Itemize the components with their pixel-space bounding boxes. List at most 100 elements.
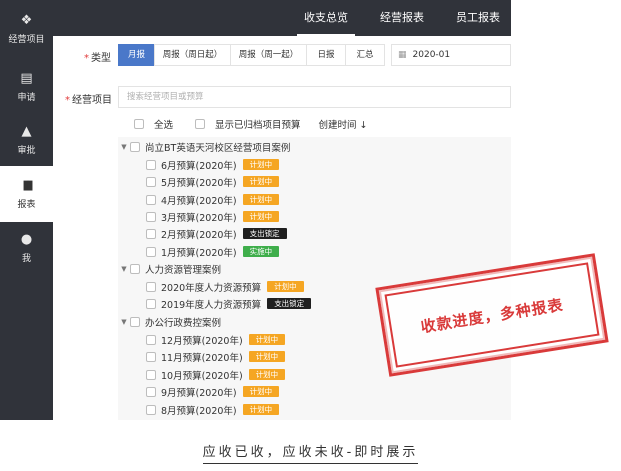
tree-item[interactable]: 5月预算(2020年) 计划中 <box>146 173 280 190</box>
status-badge: 支出锁定 <box>267 298 312 309</box>
date-value: 2020-01 <box>412 50 451 60</box>
status-badge: 计划中 <box>242 176 280 187</box>
checkbox-box[interactable] <box>195 119 206 129</box>
status-badge: 计划中 <box>267 281 304 292</box>
type-weekly-sunday-button[interactable]: 周报（周日起） <box>154 44 231 66</box>
tree-item[interactable]: 3月预算(2020年) 计划中 <box>146 208 280 225</box>
item-label: 11月预算(2020年) <box>161 352 243 364</box>
bar-chart-icon: ▮▮ <box>22 177 33 193</box>
tree-item[interactable]: 9月预算(2020年) 计划中 <box>146 383 280 400</box>
checkbox-box[interactable] <box>146 334 156 345</box>
checkbox-box[interactable] <box>146 159 156 170</box>
date-picker[interactable]: ▦ 2020-01 <box>391 44 511 66</box>
type-label: * 类型 <box>84 53 111 64</box>
item-label: 2019年度人力资源预算 <box>161 299 262 311</box>
sort-by-created[interactable]: 创建时间 ↓ <box>319 117 368 131</box>
type-monthly-button[interactable]: 月报 <box>118 44 155 66</box>
caret-down-icon[interactable]: ▼ <box>118 143 130 151</box>
tab-business-report[interactable]: 经营报表 <box>369 0 435 36</box>
item-label: 8月预算(2020年) <box>161 405 237 417</box>
project-label: * 经营项目 <box>65 95 112 106</box>
checkbox-box[interactable] <box>146 211 156 222</box>
tree-item[interactable]: 8月预算(2020年) 计划中 <box>146 401 280 418</box>
sidebar-item-label: 申请 <box>17 92 36 103</box>
caption: 应收已收，应收未收-即时展示 <box>0 441 621 464</box>
user-icon: ● <box>20 231 33 247</box>
checkbox-box[interactable] <box>146 386 156 397</box>
sidebar-item-projects[interactable]: ❖ 经营项目 <box>0 0 53 58</box>
top-nav: 收支总览 经营报表 员工报表 <box>53 0 511 36</box>
layers-icon: ❖ <box>20 12 33 28</box>
checkbox-box[interactable] <box>146 194 156 205</box>
tree-group[interactable]: ▼ 尚立BT英语天河校区经营项目案例 <box>118 138 290 155</box>
caption-text: 应收已收，应收未收-即时展示 <box>202 445 419 464</box>
tree-item[interactable]: 6月预算(2020年) 计划中 <box>146 156 280 173</box>
type-weekly-monday-button[interactable]: 周报（周一起） <box>230 44 307 66</box>
item-label: 6月预算(2020年) <box>161 160 237 172</box>
item-label: 3月预算(2020年) <box>161 212 237 224</box>
checkbox-box[interactable] <box>146 351 156 362</box>
tree-item[interactable]: 4月预算(2020年) 计划中 <box>146 191 280 208</box>
options-row: 全选 显示已归档项目预算 创建时间 ↓ <box>118 113 511 135</box>
item-label: 9月预算(2020年) <box>161 387 237 399</box>
tree-item[interactable]: 2月预算(2020年) 支出锁定 <box>146 225 287 242</box>
sidebar-item-reports[interactable]: ▮▮ 报表 <box>0 166 53 222</box>
sidebar-item-label: 审批 <box>17 145 36 156</box>
type-daily-button[interactable]: 日报 <box>306 44 346 66</box>
select-all-label: 全选 <box>154 120 174 131</box>
checkbox-box[interactable] <box>146 228 156 239</box>
status-badge: 计划中 <box>248 351 286 362</box>
checkbox-box[interactable] <box>130 316 140 327</box>
status-badge: 计划中 <box>242 211 280 222</box>
calendar-icon: ▦ <box>398 50 407 60</box>
project-search-input[interactable]: 搜索经营项目或预算 <box>118 86 511 108</box>
sidebar-item-apply[interactable]: ▤ 申请 <box>0 62 53 112</box>
checkbox-box[interactable] <box>134 119 144 129</box>
status-badge: 计划中 <box>242 404 280 415</box>
tree-item[interactable]: 12月预算(2020年) 计划中 <box>146 331 286 348</box>
show-archived-checkbox[interactable]: 显示已归档项目预算 <box>195 117 301 131</box>
tree-item[interactable]: 2020年度人力资源预算 计划中 <box>146 278 304 295</box>
tab-staff-report[interactable]: 员工报表 <box>445 0 511 36</box>
checkbox-box[interactable] <box>146 281 156 292</box>
item-label: 2月预算(2020年) <box>161 229 237 241</box>
item-label: 10月预算(2020年) <box>161 370 243 382</box>
tree-item[interactable]: 2019年度人力资源预算 支出锁定 <box>146 295 312 312</box>
checkbox-box[interactable] <box>146 404 156 415</box>
status-badge: 计划中 <box>248 369 286 380</box>
tree-item[interactable]: 11月预算(2020年) 计划中 <box>146 348 286 365</box>
tab-overview[interactable]: 收支总览 <box>293 0 359 36</box>
sidebar-item-label: 报表 <box>17 199 36 210</box>
item-label: 2020年度人力资源预算 <box>161 282 262 294</box>
status-badge: 计划中 <box>242 386 280 397</box>
checkbox-box[interactable] <box>146 298 156 309</box>
type-summary-button[interactable]: 汇总 <box>345 44 385 66</box>
group-name: 办公行政费控案例 <box>145 317 222 329</box>
status-badge: 计划中 <box>242 194 280 205</box>
sidebar-item-label: 我 <box>21 253 31 264</box>
checkbox-box[interactable] <box>130 141 140 152</box>
item-label: 1月预算(2020年) <box>161 247 237 259</box>
item-label: 12月预算(2020年) <box>161 335 243 347</box>
tree-item[interactable]: 1月预算(2020年) 实施中 <box>146 243 280 260</box>
status-badge: 计划中 <box>248 334 286 345</box>
checkbox-box[interactable] <box>146 369 156 380</box>
status-badge: 计划中 <box>242 159 280 170</box>
group-name: 人力资源管理案例 <box>145 264 222 276</box>
caret-down-icon[interactable]: ▼ <box>118 318 130 326</box>
group-name: 尚立BT英语天河校区经营项目案例 <box>145 142 291 154</box>
tree-item[interactable]: 10月预算(2020年) 计划中 <box>146 366 286 383</box>
checkbox-box[interactable] <box>146 176 156 187</box>
status-badge: 支出锁定 <box>242 228 287 239</box>
tree-group[interactable]: ▼ 办公行政费控案例 <box>118 313 221 330</box>
tree-group[interactable]: ▼ 人力资源管理案例 <box>118 260 221 277</box>
user-check-icon: ▲ <box>21 123 32 139</box>
checkbox-box[interactable] <box>130 263 140 274</box>
sidebar-item-me[interactable]: ● 我 <box>0 224 53 272</box>
sidebar-item-approve[interactable]: ▲ 审批 <box>0 114 53 166</box>
caret-down-icon[interactable]: ▼ <box>118 265 130 273</box>
checkbox-box[interactable] <box>146 246 156 257</box>
sidebar: ❖ 经营项目 ▤ 申请 ▲ 审批 ▮▮ 报表 ● 我 <box>0 0 53 420</box>
sidebar-item-label: 经营项目 <box>8 34 45 45</box>
select-all-checkbox[interactable]: 全选 <box>134 117 173 131</box>
